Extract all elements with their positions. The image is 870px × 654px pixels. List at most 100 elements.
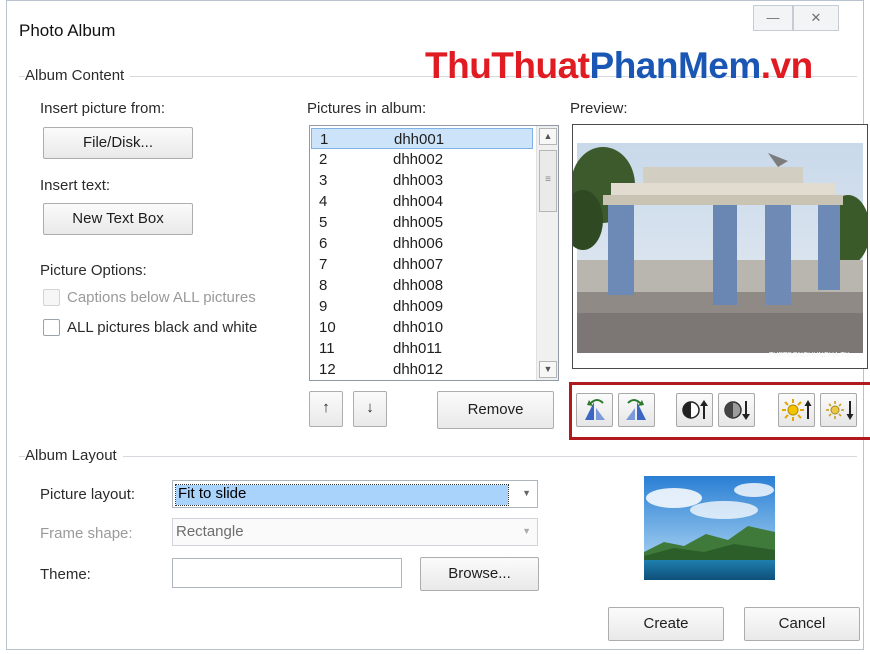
- contrast-up-icon: [682, 400, 708, 419]
- more-contrast-button[interactable]: [676, 393, 713, 427]
- black-white-checkbox[interactable]: [43, 319, 60, 336]
- create-button-label: Create: [643, 615, 689, 632]
- less-brightness-button[interactable]: [820, 393, 857, 427]
- close-button[interactable]: ✕: [793, 5, 839, 31]
- list-item[interactable]: 4 dhh004: [311, 191, 533, 212]
- rotate-left-button[interactable]: [576, 393, 613, 427]
- chevron-down-icon: ▼: [522, 488, 531, 498]
- arrow-up-icon: ↑: [322, 399, 330, 416]
- list-item-name: dhh004: [393, 193, 444, 210]
- list-item-number: 5: [319, 214, 328, 231]
- insert-picture-from-label: Insert picture from:: [40, 100, 166, 117]
- listbox-scrollbar[interactable]: ▲ ≡ ▼: [536, 126, 558, 380]
- list-item[interactable]: 10 dhh010: [311, 317, 533, 338]
- move-down-button[interactable]: ↓: [353, 391, 387, 427]
- list-item-name: dhh001: [394, 131, 445, 148]
- frame-shape-dropdown[interactable]: Rectangle ▼: [172, 518, 538, 546]
- frame-shape-value: Rectangle: [176, 523, 244, 540]
- rotate-right-button[interactable]: [618, 393, 655, 427]
- insert-text-label: Insert text:: [40, 177, 111, 194]
- watermark-part1: ThuThuat: [425, 45, 590, 86]
- list-item[interactable]: 3 dhh003: [311, 170, 533, 191]
- more-brightness-button[interactable]: [778, 393, 815, 427]
- list-item-name: dhh010: [393, 319, 444, 336]
- cancel-button-label: Cancel: [778, 615, 826, 632]
- theme-label: Theme:: [40, 566, 91, 583]
- list-item-number: 11: [319, 340, 335, 357]
- close-icon: ✕: [810, 10, 822, 25]
- pictures-listbox[interactable]: 12 dhh012 11 dhh011 10 dhh010 9 dhh009 8 dhh008 7 d…: [309, 125, 559, 381]
- list-item[interactable]: 1 dhh001: [311, 128, 533, 149]
- list-item[interactable]: 8 dhh008: [311, 275, 533, 296]
- file-disk-button-label: File/Disk...: [82, 134, 153, 151]
- album-layout-group-label: Album Layout: [25, 447, 123, 464]
- list-item-name: dhh012: [393, 361, 444, 378]
- minimize-icon: —: [766, 10, 780, 25]
- watermark-logo: ThuThuatPhanMem.vn: [425, 45, 813, 87]
- remove-button[interactable]: Remove: [437, 391, 554, 429]
- list-item[interactable]: 6 dhh006: [311, 233, 533, 254]
- dialog-title: Photo Album: [19, 21, 116, 40]
- cancel-button[interactable]: Cancel: [744, 607, 860, 641]
- list-item-name: dhh008: [393, 277, 444, 294]
- list-item[interactable]: 5 dhh005: [311, 212, 533, 233]
- scroll-thumb[interactable]: ≡: [539, 150, 557, 212]
- list-item-name: dhh009: [393, 298, 444, 315]
- brightness-down-icon: [826, 401, 854, 420]
- photo-album-dialog: Photo Album — ✕ Album Content Insert pic…: [6, 0, 870, 650]
- captions-checkbox[interactable]: [43, 289, 60, 306]
- list-item-number: 3: [319, 172, 328, 189]
- rotate-left-icon: [585, 399, 605, 420]
- move-up-button[interactable]: ↑: [309, 391, 343, 427]
- scroll-down-icon[interactable]: ▼: [539, 361, 557, 378]
- remove-button-label: Remove: [467, 401, 524, 418]
- list-item-name: dhh011: [393, 340, 442, 357]
- list-item[interactable]: 7 dhh007: [311, 254, 533, 275]
- preview-image: THPTDONGHUNGHA.TK: [563, 124, 870, 369]
- list-item-number: 7: [319, 256, 328, 273]
- album-content-group-label: Album Content: [25, 67, 131, 84]
- school-gate-photo: THPTDONGHUNGHA.TK: [563, 143, 870, 359]
- frame-shape-label: Frame shape:: [40, 525, 133, 542]
- list-item[interactable]: 9 dhh009: [311, 296, 533, 317]
- list-item-number: 2: [319, 151, 328, 168]
- create-button[interactable]: Create: [608, 607, 724, 641]
- list-item-name: dhh007: [393, 256, 444, 273]
- list-item-name: dhh006: [393, 235, 444, 252]
- picture-layout-value: Fit to slide: [175, 484, 509, 506]
- album-layout-divider: [19, 456, 857, 457]
- browse-button-label: Browse...: [448, 565, 511, 582]
- watermark-part3: .vn: [760, 45, 813, 86]
- list-item-number: 12: [319, 361, 336, 378]
- list-item-number: 8: [319, 277, 328, 294]
- list-item-name: dhh003: [393, 172, 444, 189]
- minimize-button[interactable]: —: [753, 5, 793, 31]
- list-item[interactable]: 11 dhh011: [311, 338, 533, 359]
- layout-preview-thumbnail: [644, 476, 775, 580]
- preview-label: Preview:: [570, 100, 628, 117]
- new-text-box-button-label: New Text Box: [72, 210, 164, 227]
- watermark-part2: PhanMem: [589, 45, 762, 86]
- new-text-box-button[interactable]: New Text Box: [43, 203, 193, 235]
- rotate-right-icon: [626, 399, 646, 420]
- list-item-number: 1: [320, 131, 329, 148]
- title-bar: Photo Album — ✕: [7, 1, 863, 49]
- picture-options-label: Picture Options:: [40, 262, 147, 279]
- list-item-number: 10: [319, 319, 336, 336]
- captions-checkbox-label: Captions below ALL pictures: [67, 289, 256, 306]
- list-item[interactable]: 2 dhh002: [311, 149, 533, 170]
- file-disk-button[interactable]: File/Disk...: [43, 127, 193, 159]
- picture-layout-label: Picture layout:: [40, 486, 136, 503]
- theme-input[interactable]: [172, 558, 402, 588]
- list-item[interactable]: 12 dhh012: [311, 359, 533, 380]
- less-contrast-button[interactable]: [718, 393, 755, 427]
- list-item-number: 9: [319, 298, 328, 315]
- scroll-up-icon[interactable]: ▲: [539, 128, 557, 145]
- browse-button[interactable]: Browse...: [420, 557, 539, 591]
- list-item-name: dhh002: [393, 151, 444, 168]
- preview-caption: THPTDONGHUNGHA.TK: [769, 352, 850, 359]
- list-item-name: dhh005: [393, 214, 444, 231]
- contrast-down-icon: [724, 401, 750, 420]
- pictures-in-album-label: Pictures in album:: [307, 100, 427, 117]
- picture-layout-dropdown[interactable]: Fit to slide ▼: [172, 480, 538, 508]
